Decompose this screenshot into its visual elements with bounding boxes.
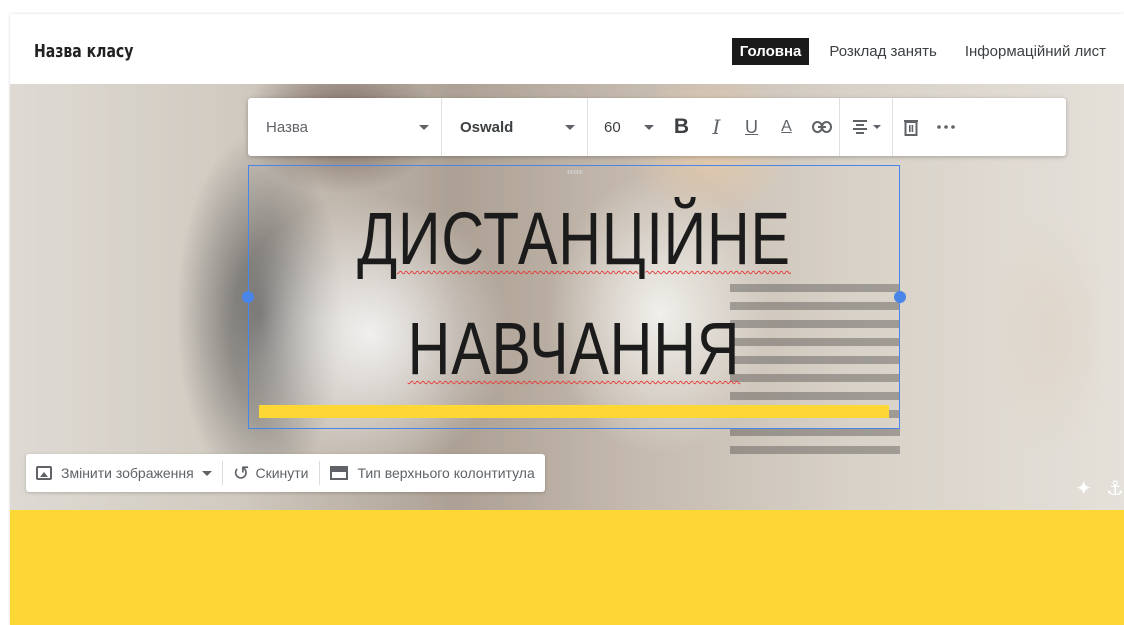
header-type-label: Тип верхнього колонтитула: [357, 465, 535, 481]
trash-icon: [903, 120, 918, 136]
align-center-icon: [853, 120, 867, 134]
font-family-value: Oswald: [460, 118, 514, 136]
nav-item-home[interactable]: Головна: [731, 38, 810, 65]
hero-title-line: ДИСТАНЦІЙНЕ: [357, 197, 791, 280]
reset-icon: ↺: [232, 462, 250, 485]
more-horizontal-icon: [936, 125, 955, 129]
paragraph-style-select[interactable]: Назва: [248, 98, 442, 156]
nav-item-newsletter[interactable]: Інформаційний лист: [957, 38, 1114, 65]
drag-handle-icon[interactable]: [567, 170, 583, 174]
header-type-icon: [329, 466, 348, 480]
link-icon: [811, 121, 832, 133]
sparkle-icon[interactable]: ✦: [1075, 476, 1092, 501]
header-edit-toolbar: Змінити зображення ↺ Скинути Тип верхньо…: [26, 454, 545, 492]
bold-button[interactable]: B: [664, 98, 699, 156]
title-accent-bar: [259, 405, 889, 418]
hero-title-line: НАВЧАННЯ: [407, 307, 741, 390]
site-navigation: Головна Розклад занять Інформаційний лис…: [720, 38, 1114, 65]
resize-handle-right[interactable]: [894, 291, 906, 303]
insert-link-button[interactable]: [804, 98, 839, 156]
align-button[interactable]: [840, 98, 892, 156]
reset-button[interactable]: ↺ Скинути: [223, 454, 319, 492]
chevron-down-icon: [419, 124, 429, 130]
site-header: Назва класу Головна Розклад занять Інфор…: [10, 14, 1124, 84]
delete-button[interactable]: [893, 98, 928, 156]
underline-button[interactable]: U: [734, 98, 769, 156]
chevron-down-icon: [565, 124, 575, 130]
nav-item-schedule[interactable]: Розклад занять: [821, 38, 944, 65]
header-type-button[interactable]: Тип верхнього колонтитула: [320, 454, 545, 492]
chevron-down-icon: [644, 124, 654, 130]
italic-button[interactable]: I: [699, 98, 734, 156]
reset-label: Скинути: [255, 465, 309, 481]
underline-icon: U: [745, 116, 758, 137]
image-icon: [36, 466, 52, 480]
italic-icon: I: [712, 115, 721, 139]
change-image-button[interactable]: Змінити зображення: [26, 454, 222, 492]
font-size-select[interactable]: 60: [588, 98, 664, 156]
change-image-label: Змінити зображення: [61, 465, 194, 481]
text-color-icon: A: [781, 118, 792, 135]
site-page: Назва класу Головна Розклад занять Інфор…: [10, 14, 1124, 625]
font-size-value: 60: [604, 118, 621, 136]
hero-corner-actions: ✦ ⚓: [1061, 476, 1124, 501]
title-text-box[interactable]: ДИСТАНЦІЙНЕ НАВЧАННЯ: [242, 165, 906, 429]
hero-title[interactable]: ДИСТАНЦІЙНЕ НАВЧАННЯ: [314, 184, 834, 404]
chevron-down-icon: [873, 125, 881, 129]
paragraph-style-value: Назва: [266, 118, 309, 136]
more-options-button[interactable]: [928, 98, 963, 156]
site-title[interactable]: Назва класу: [34, 41, 133, 62]
text-color-button[interactable]: A: [769, 98, 804, 156]
text-format-toolbar: Назва Oswald 60 B I U A: [248, 98, 1066, 156]
font-family-select[interactable]: Oswald: [442, 98, 588, 156]
yellow-section[interactable]: [10, 510, 1124, 625]
resize-handle-left[interactable]: [242, 291, 254, 303]
chevron-down-icon: [201, 470, 212, 476]
bold-icon: B: [673, 115, 690, 138]
anchor-icon[interactable]: ⚓: [1106, 476, 1124, 501]
